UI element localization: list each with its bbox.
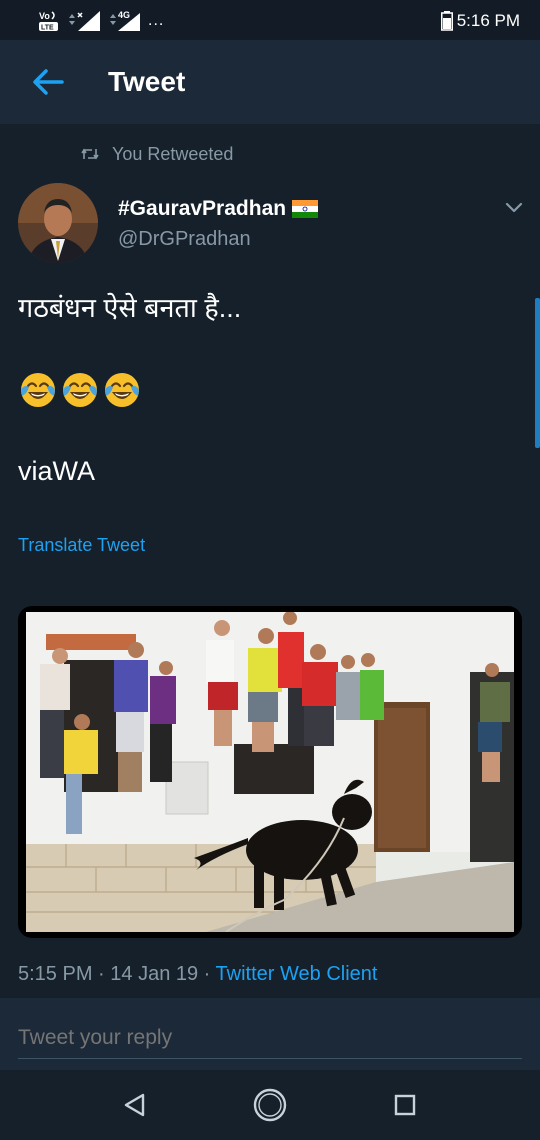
author-name[interactable]: #GauravPradhan: [118, 197, 319, 221]
nav-back-icon[interactable]: [115, 1085, 155, 1125]
translate-tweet-link[interactable]: Translate Tweet: [18, 535, 145, 556]
nav-home-icon[interactable]: [250, 1085, 290, 1125]
tweet-text-line-1: गठबंधन ऐसे बनता है...: [18, 293, 242, 323]
arrow-left-icon[interactable]: [30, 64, 66, 100]
battery-icon: [440, 11, 453, 31]
tears-of-joy-emoji-icon: [63, 373, 97, 407]
author-handle[interactable]: @DrGPradhan: [118, 228, 251, 251]
tweet-image[interactable]: [18, 606, 522, 938]
status-icons-left: Vo LTE 4G ...: [38, 9, 164, 33]
nav-recents-icon[interactable]: [385, 1085, 425, 1125]
retweet-context: You Retweeted: [80, 142, 233, 166]
reply-input[interactable]: [18, 1018, 522, 1058]
retweet-icon: [81, 148, 99, 160]
tweet-detail-screen: Vo LTE 4G ... 5:16 PM Tweet You Retweete…: [0, 0, 540, 1140]
retweet-label: You Retweeted: [112, 143, 234, 164]
tweet-emojis: [18, 370, 142, 410]
signal-4g-icon: 4G: [110, 10, 140, 31]
reply-underline: [18, 1058, 522, 1059]
tweet-meta: 5:15 PM · 14 Jan 19 · Twitter Web Client: [18, 963, 377, 986]
app-header: Tweet: [0, 40, 540, 124]
page-title: Tweet: [108, 66, 186, 97]
tweet-text-line-2: viaWA: [18, 456, 96, 486]
tears-of-joy-emoji-icon: [21, 373, 55, 407]
avatar[interactable]: [18, 183, 98, 263]
chevron-down-icon[interactable]: [503, 196, 525, 218]
volte-icon: Vo LTE: [39, 11, 58, 32]
tweet-time: 5:15 PM: [18, 963, 93, 985]
meta-separator: ·: [92, 963, 111, 985]
signal-icon: [69, 11, 100, 31]
scrollbar[interactable]: [535, 298, 540, 448]
svg-text:4G: 4G: [118, 10, 130, 20]
clock: 5:16 PM: [456, 11, 520, 30]
tweet-client-link[interactable]: Twitter Web Client: [216, 963, 378, 985]
status-icons-right: 5:16 PM: [440, 9, 520, 33]
svg-text:Vo: Vo: [39, 11, 50, 21]
tears-of-joy-emoji-icon: [105, 373, 139, 407]
status-bar: Vo LTE 4G ... 5:16 PM: [0, 0, 540, 40]
svg-text:LTE: LTE: [41, 25, 54, 32]
author-name-text: #GauravPradhan: [118, 197, 287, 220]
india-flag-icon: [292, 200, 319, 218]
more-notifications: ...: [148, 12, 165, 29]
bull-run-photo: [26, 612, 514, 932]
meta-separator: ·: [198, 963, 216, 985]
tweet-date: 14 Jan 19: [110, 963, 199, 985]
